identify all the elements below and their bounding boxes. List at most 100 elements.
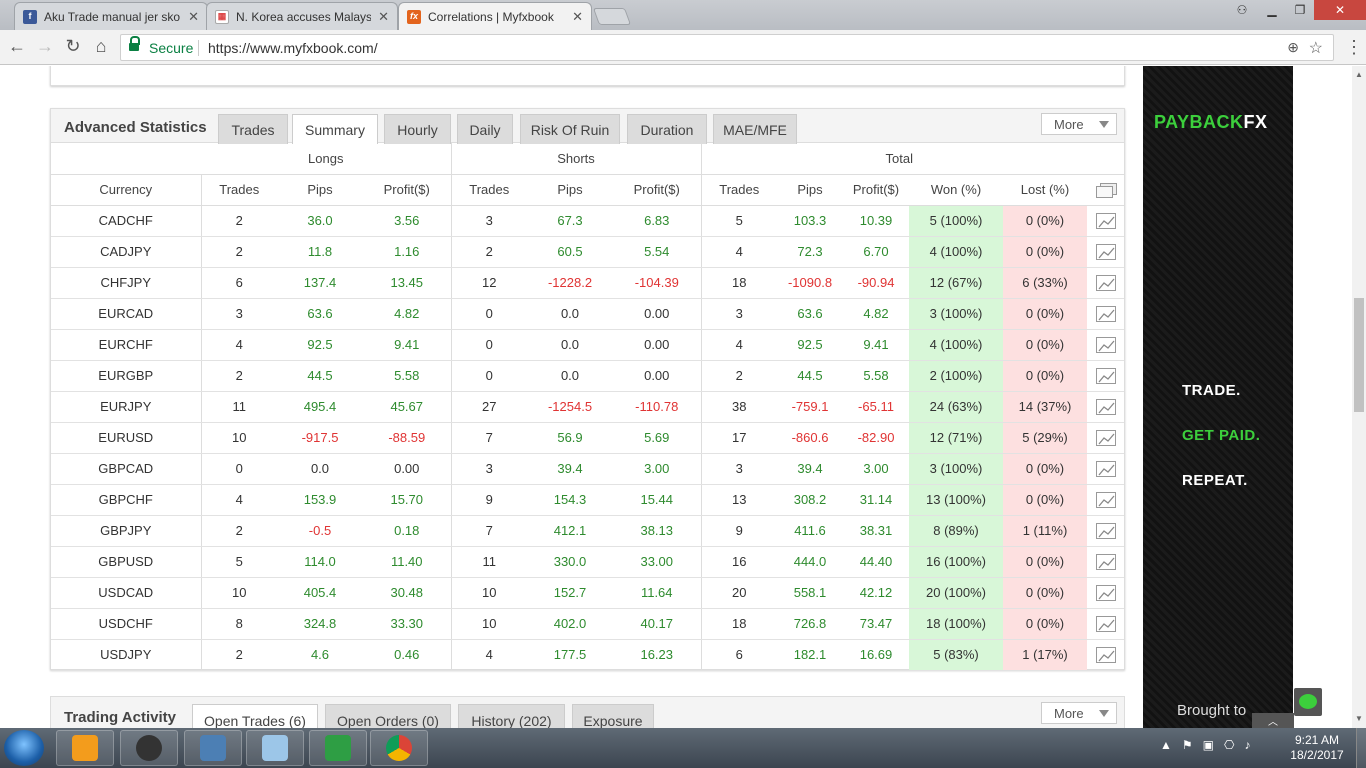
browser-tab-news[interactable]: ▦ N. Korea accuses Malays ✕ [206,2,398,30]
table-cell: -82.90 [843,422,909,454]
restore-icon[interactable]: ❐ [1286,0,1314,20]
more-dropdown[interactable]: More [1041,113,1117,135]
chart-icon[interactable] [1087,546,1124,578]
table-cell: 495.4 [277,391,363,423]
zoom-icon[interactable]: ⊕ [1287,39,1299,56]
close-tab-icon[interactable]: ✕ [188,9,199,25]
scrollbar-thumb[interactable] [1354,298,1364,412]
table-cell: 11 [200,391,277,423]
column-header[interactable]: Trades [450,173,527,206]
chart-icon[interactable] [1087,267,1124,299]
tab-title: N. Korea accuses Malays [236,9,372,24]
chart-icon[interactable] [1087,577,1124,609]
chrome-icon[interactable] [370,730,428,766]
chart-icon[interactable] [1087,608,1124,640]
column-header[interactable]: Pips [277,173,363,206]
table-cell: 4 [700,236,777,268]
table-cell: 0.46 [363,639,451,671]
chart-icon[interactable] [1087,422,1124,454]
currency-cell: USDJPY [51,639,201,671]
column-header[interactable]: Profit($) [363,173,451,206]
trading-activity-panel: Trading Activity Open Trades (6) Open Or… [50,696,1125,728]
tab-hourly[interactable]: Hourly [384,114,451,144]
start-button-icon[interactable] [4,730,44,766]
chart-icon[interactable] [1087,298,1124,330]
new-tab-button[interactable] [592,8,632,25]
address-bar[interactable]: Secure https://www.myfxbook.com/ ⊕ ☆ [120,34,1334,61]
back-icon[interactable]: ← [6,36,28,57]
chart-icon[interactable] [1087,360,1124,392]
browser-tab-myfxbook[interactable]: fx Correlations | Myfxbook ✕ [398,2,592,30]
page-scrollbar[interactable]: ▲ ▼ [1352,66,1366,728]
scroll-top-icon[interactable]: ︿ [1252,713,1294,728]
column-header[interactable]: Trades [700,173,777,206]
compare-charts-icon[interactable] [1087,173,1124,206]
table-cell: 1 (17%) [1003,639,1087,671]
webcam-icon[interactable] [120,730,178,766]
column-header[interactable]: Currency [51,173,201,206]
table-cell: 114.0 [277,546,363,578]
table-cell: 44.5 [277,360,363,392]
chart-icon[interactable] [1087,639,1124,671]
system-tray[interactable]: ▲⚑▣⎔♪ [1160,738,1280,758]
home-icon[interactable]: ⌂ [90,36,112,57]
table-cell: 3.00 [613,453,701,485]
forex-app-icon[interactable] [309,730,367,766]
scroll-up-icon[interactable]: ▲ [1355,70,1363,79]
tab-risk-of-ruin[interactable]: Risk Of Ruin [520,114,620,144]
currency-cell: GBPUSD [51,546,201,578]
clock[interactable]: 9:21 AM 18/2/2017 [1282,733,1352,763]
close-tab-icon[interactable]: ✕ [378,9,389,25]
minimize-icon[interactable]: ▁ [1258,0,1286,20]
panel-header: Trading Activity Open Trades (6) Open Or… [51,697,1124,728]
table-cell: 3.00 [843,453,909,485]
column-header[interactable]: Pips [527,173,613,206]
table-cell: 0.0 [527,329,613,361]
column-header[interactable]: Trades [200,173,277,206]
column-header[interactable]: Lost (%) [1003,173,1087,206]
tab-history[interactable]: History (202) [458,704,565,728]
tab-open-orders[interactable]: Open Orders (0) [325,704,451,728]
chart-icon[interactable] [1087,329,1124,361]
chart-icon[interactable] [1087,236,1124,268]
computer-icon[interactable] [184,730,242,766]
chart-icon[interactable] [1087,515,1124,547]
forward-icon[interactable]: → [34,36,56,57]
column-header[interactable]: Pips [777,173,843,206]
tab-exposure[interactable]: Exposure [572,704,654,728]
tab-duration[interactable]: Duration [627,114,707,144]
more-dropdown[interactable]: More [1041,702,1117,724]
chart-icon[interactable] [1087,453,1124,485]
column-header[interactable]: Won (%) [909,173,1003,206]
table-cell: 3 [700,453,777,485]
paybackfx-ad-banner[interactable]: PAYBACKFX TRADE. GET PAID. REPEAT. Broug… [1143,66,1293,728]
scroll-down-icon[interactable]: ▼ [1355,714,1363,723]
mocaz-icon[interactable] [246,730,304,766]
column-header[interactable]: Profit($) [843,173,909,206]
tab-summary[interactable]: Summary [292,114,378,144]
close-window-icon[interactable]: ✕ [1314,0,1366,20]
menu-icon[interactable]: ⋮ [1345,38,1363,56]
table-cell: 10.39 [843,205,909,237]
chart-icon[interactable] [1087,391,1124,423]
tab-open-trades[interactable]: Open Trades (6) [192,704,318,728]
table-cell: 38.31 [843,515,909,547]
column-header[interactable]: Profit($) [613,173,701,206]
url-text[interactable]: https://www.myfxbook.com/ [208,40,378,56]
close-tab-icon[interactable]: ✕ [572,9,583,25]
tab-daily[interactable]: Daily [457,114,513,144]
chart-icon[interactable] [1087,484,1124,516]
media-player-icon[interactable] [56,730,114,766]
chat-icon[interactable] [1294,688,1322,716]
chart-icon[interactable] [1087,205,1124,237]
table-cell: 6 [700,639,777,671]
tab-trades[interactable]: Trades [218,114,288,144]
table-cell: 4 [200,329,277,361]
bookmark-star-icon[interactable]: ☆ [1309,38,1323,58]
show-desktop-button[interactable] [1356,728,1366,768]
user-profile-icon[interactable]: ⚇ [1228,0,1256,20]
table-cell: 0 (0%) [1003,298,1087,330]
browser-tab-facebook[interactable]: f Aku Trade manual jer sko ✕ [14,2,208,30]
tab-mae-mfe[interactable]: MAE/MFE [713,114,797,144]
reload-icon[interactable]: ↻ [62,36,84,57]
